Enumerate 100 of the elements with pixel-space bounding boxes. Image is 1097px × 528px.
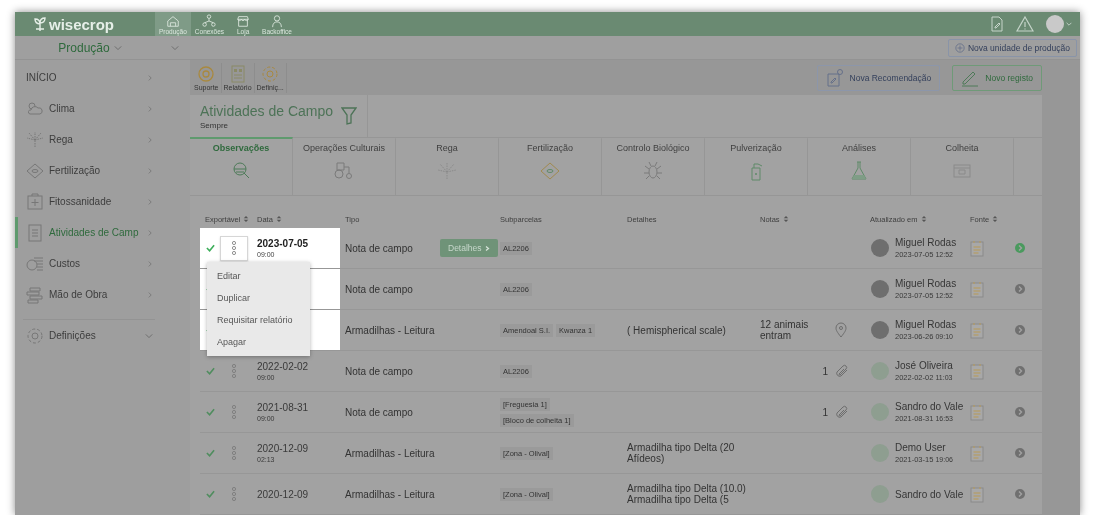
- menu-item[interactable]: Requisitar relatório: [207, 309, 310, 331]
- filter-icon[interactable]: [341, 107, 357, 125]
- date-text: 2022-02-02: [257, 361, 309, 372]
- sidebar-item[interactable]: Clima: [15, 93, 165, 124]
- row-menu-button[interactable]: [220, 235, 248, 261]
- note-document-icon[interactable]: [970, 403, 984, 421]
- details-text: ( Hemispherical scale): [627, 324, 726, 336]
- sidebar-item[interactable]: Rega: [15, 124, 165, 155]
- dots-icon: [231, 487, 237, 501]
- network-icon: [202, 14, 217, 28]
- note-document-icon[interactable]: [970, 444, 984, 462]
- caret-icon: [1066, 21, 1072, 27]
- menu-item[interactable]: Editar: [207, 265, 310, 287]
- sidebar-item[interactable]: Fitossanidade: [15, 186, 165, 217]
- type-text: Nota de campo: [345, 365, 413, 377]
- stack-icon: [26, 285, 44, 304]
- type-text: Nota de campo: [345, 283, 413, 295]
- new-recommendation-button[interactable]: Nova Recomendação: [816, 64, 941, 91]
- new-unit-button[interactable]: Nova unidade de produção: [947, 38, 1077, 57]
- date-text: 2021-08-31: [257, 402, 309, 413]
- user-name: Miguel Rodas: [895, 278, 957, 289]
- plus-circle-icon: [954, 42, 965, 53]
- bag-icon: [26, 161, 44, 180]
- chevron-right-icon: [147, 197, 153, 206]
- flask-icon: [849, 161, 869, 181]
- user-name: Miguel Rodas: [895, 319, 957, 330]
- category-tab[interactable]: Rega: [396, 137, 499, 195]
- note-document-icon[interactable]: [970, 321, 984, 339]
- new-record-button[interactable]: Novo registo: [952, 64, 1042, 91]
- chevron-right-icon: [147, 228, 153, 237]
- list-icon: [26, 223, 44, 242]
- user-name: Sandro do Vale: [895, 488, 964, 500]
- arrow-circle-icon[interactable]: [1015, 407, 1025, 417]
- chevron-right-icon: [147, 290, 153, 299]
- type-text: Nota de campo: [345, 242, 413, 254]
- menu-item[interactable]: Duplicar: [207, 287, 310, 309]
- chevron-right-icon: [147, 73, 153, 82]
- arrow-circle-icon[interactable]: [1015, 243, 1025, 253]
- category-tab[interactable]: Controlo Biológico: [602, 137, 705, 195]
- date-text: 2020-12-09: [257, 443, 309, 454]
- warning-icon[interactable]: [1016, 16, 1034, 32]
- paperclip-icon: [835, 405, 849, 419]
- type-text: Armadilhas - Leitura: [345, 488, 435, 500]
- sidebar-item[interactable]: INÍCIO: [15, 62, 165, 93]
- arrow-circle-icon[interactable]: [1015, 489, 1025, 499]
- chevron-right-icon: [147, 104, 153, 113]
- note-document-icon[interactable]: [970, 362, 984, 380]
- user-name: José Oliveira: [895, 360, 953, 371]
- sprinkler-icon: [26, 130, 44, 149]
- tractor-icon: [334, 161, 354, 181]
- type-text: Armadilhas - Leitura: [345, 447, 435, 459]
- chevron-right-icon: [484, 244, 490, 252]
- sidebar-item[interactable]: Custos: [15, 248, 165, 279]
- type-text: Nota de campo: [345, 406, 413, 418]
- sprinkler-icon: [437, 161, 457, 181]
- arrow-circle-icon[interactable]: [1015, 284, 1025, 294]
- category-tab[interactable]: Operações Culturais: [293, 137, 396, 195]
- person-icon: [270, 14, 285, 28]
- user-name: Sandro do Vale: [895, 401, 964, 412]
- note-document-icon[interactable]: [970, 485, 984, 503]
- details-button[interactable]: Detalhes: [440, 239, 498, 257]
- sidebar-item[interactable]: Atividades de Camp: [15, 217, 165, 248]
- app-logo: wisecrop: [49, 15, 115, 33]
- category-tab[interactable]: Pulverização: [705, 137, 808, 195]
- notes-text: 12 animais entram: [760, 319, 810, 341]
- arrow-circle-icon[interactable]: [1015, 325, 1025, 335]
- note-document-icon[interactable]: [970, 280, 984, 298]
- dots-icon: [231, 241, 237, 255]
- dots-icon: [231, 405, 237, 419]
- chevron-right-icon: [147, 259, 153, 268]
- category-tab[interactable]: Colheita: [911, 137, 1014, 195]
- date-text: 2020-12-09: [257, 488, 309, 500]
- avatar: [871, 239, 889, 257]
- date-text: 2023-07-05: [257, 238, 309, 249]
- sidebar-item[interactable]: Fertilização: [15, 155, 165, 186]
- menu-item[interactable]: Apagar: [207, 331, 310, 353]
- chevron-down-icon[interactable]: [171, 43, 179, 52]
- avatar[interactable]: [1046, 15, 1064, 33]
- sidebar-item[interactable]: Definições: [15, 320, 165, 351]
- chevron-down-icon: [113, 43, 122, 52]
- attachment-count: 1: [822, 365, 828, 377]
- chevron-down-icon: [145, 331, 153, 340]
- category-tab[interactable]: Observações: [190, 137, 293, 195]
- arrow-circle-icon[interactable]: [1015, 448, 1025, 458]
- avatar: [871, 280, 889, 298]
- period-label: Sempre: [200, 120, 229, 130]
- note-document-icon[interactable]: [970, 239, 984, 257]
- chevron-right-icon: [147, 135, 153, 144]
- shop-icon: [236, 14, 251, 28]
- category-tab[interactable]: Análises: [808, 137, 911, 195]
- arrow-circle-icon[interactable]: [1015, 366, 1025, 376]
- magnifier-icon: [231, 161, 251, 181]
- dots-icon: [231, 446, 237, 460]
- sidebar-item[interactable]: Mão de Obra: [15, 279, 165, 310]
- document-edit-icon[interactable]: [990, 16, 1004, 32]
- category-tab[interactable]: Fertilização: [499, 137, 602, 195]
- details-text: Armadilha tipo Delta (10.0) Armadilha tipo Delta (5: [627, 483, 747, 505]
- module-dropdown[interactable]: Produção: [15, 39, 165, 56]
- avatar: [871, 321, 889, 339]
- bug-icon: [643, 161, 663, 181]
